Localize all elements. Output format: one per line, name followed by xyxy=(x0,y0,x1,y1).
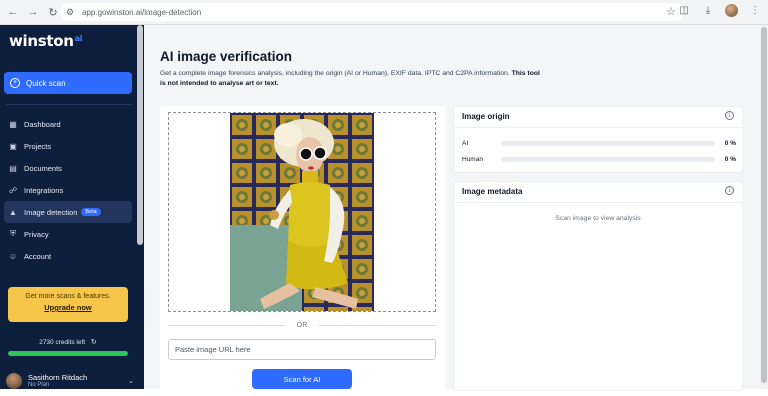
origin-progress-bar xyxy=(502,156,714,162)
sidebar: winstonai + Quick scan ▦ Dashboard ▣ Pro… xyxy=(0,25,144,389)
sidebar-item-label: Image detection xyxy=(24,207,78,217)
sidebar-scrollbar-thumb[interactable] xyxy=(137,25,143,245)
user-plan: No Plan xyxy=(28,382,50,388)
sidebar-item-label: Documents xyxy=(24,163,62,173)
sidebar-item-label: Projects xyxy=(24,141,52,151)
image-url-input[interactable] xyxy=(168,339,436,360)
menu-icon[interactable]: ⋮ xyxy=(748,5,762,16)
quick-scan-button[interactable]: + Quick scan xyxy=(4,72,132,94)
logo[interactable]: winstonai xyxy=(9,32,83,50)
quick-scan-label: Quick scan xyxy=(26,78,66,88)
extensions-icon[interactable]: ◫ xyxy=(677,5,691,16)
plug-icon: ☍ xyxy=(8,185,18,195)
page-title: AI image verification xyxy=(160,49,293,64)
browser-toolbar: ← → ↻ ⚙ app.gowinston.ai/image-detection… xyxy=(0,0,768,25)
user-menu[interactable]: Sasithorn Ritdach No Plan ⌄ xyxy=(6,372,134,389)
folder-grid-icon: ▣ xyxy=(9,141,17,151)
page-scrollbar-thumb[interactable] xyxy=(761,27,767,383)
origin-label: AI xyxy=(462,139,469,147)
page-scrollbar[interactable] xyxy=(760,25,768,389)
sidebar-nav: ▦ Dashboard ▣ Projects ▤ Documents ☍ Int… xyxy=(4,113,132,267)
card-divider xyxy=(454,127,742,128)
credits-progress-bar xyxy=(8,351,128,356)
upgrade-link[interactable]: Upgrade now xyxy=(8,303,128,312)
origin-progress-bar xyxy=(502,140,714,146)
subtitle-text: Get a complete image forensics analysis,… xyxy=(160,70,512,77)
sidebar-item-integrations[interactable]: ☍ Integrations xyxy=(4,179,132,201)
origin-row-human: Human 0 % xyxy=(462,155,736,163)
site-info-icon[interactable]: ⚙ xyxy=(66,7,78,18)
sidebar-item-projects[interactable]: ▣ Projects xyxy=(4,135,132,157)
sidebar-item-privacy[interactable]: ⛨ Privacy xyxy=(4,223,132,245)
avatar xyxy=(6,372,22,389)
sidebar-item-label: Dashboard xyxy=(24,119,61,129)
image-metadata-title: Image metadata xyxy=(462,187,523,196)
bookmark-star-icon[interactable]: ☆ xyxy=(666,5,676,18)
main-content: AI image verification Get a complete ima… xyxy=(144,25,760,396)
image-metadata-card: Image metadata i Scan image to view anal… xyxy=(453,181,743,391)
document-icon: ▤ xyxy=(9,163,17,173)
origin-percent: 0 % xyxy=(724,155,736,163)
separator-line xyxy=(319,324,436,326)
chevron-down-icon: ⌄ xyxy=(128,377,134,385)
uploaded-image-preview xyxy=(230,113,374,311)
upgrade-banner: Get more scans & features. Upgrade now xyxy=(8,287,128,322)
origin-label: Human xyxy=(462,155,483,163)
credits-label: 2730 credits left ↻ xyxy=(8,338,128,346)
sidebar-item-label: Account xyxy=(24,251,52,261)
info-icon[interactable]: i xyxy=(725,111,734,120)
address-bar[interactable]: ⚙ app.gowinston.ai/image-detection ☆ xyxy=(60,3,684,21)
image-origin-title: Image origin xyxy=(462,112,510,121)
upgrade-text: Get more scans & features. xyxy=(25,293,111,300)
sidebar-divider xyxy=(6,104,132,105)
user-icon: ☺ xyxy=(8,251,18,261)
scan-for-ai-button[interactable]: Scan for AI xyxy=(252,369,352,389)
sidebar-item-documents[interactable]: ▤ Documents xyxy=(4,157,132,179)
credits-text: 2730 credits left xyxy=(39,339,86,346)
or-separator: OR xyxy=(168,320,436,330)
sidebar-item-account[interactable]: ☺ Account xyxy=(4,245,132,267)
sidebar-scrollbar[interactable] xyxy=(136,25,144,389)
sidebar-item-label: Privacy xyxy=(24,229,49,239)
sidebar-item-image-detection[interactable]: ▲ Image detection Beta xyxy=(4,201,132,223)
plus-circle-icon: + xyxy=(10,78,20,88)
beta-badge: Beta xyxy=(81,208,101,216)
image-dropzone[interactable] xyxy=(168,112,436,312)
upload-card: OR Scan for AI xyxy=(160,106,445,396)
metadata-empty-state: Scan image to view analysis xyxy=(555,215,641,222)
shield-icon: ⛨ xyxy=(10,229,16,238)
address-url: app.gowinston.ai/image-detection xyxy=(82,7,202,17)
credits-progress-fill xyxy=(8,351,128,356)
page-subtitle: Get a complete image forensics analysis,… xyxy=(160,69,540,89)
forward-icon[interactable]: → xyxy=(24,3,42,21)
image-icon: ▲ xyxy=(9,207,17,217)
separator-line xyxy=(168,324,285,326)
logo-suffix: ai xyxy=(74,34,83,43)
info-icon[interactable]: i xyxy=(725,186,734,195)
card-divider xyxy=(454,202,742,203)
logo-text: winston xyxy=(9,32,74,50)
sidebar-item-label: Integrations xyxy=(24,185,64,195)
grid-icon: ▦ xyxy=(9,119,17,129)
sidebar-item-dashboard[interactable]: ▦ Dashboard xyxy=(4,113,132,135)
image-origin-card: Image origin i AI 0 % Human 0 % xyxy=(453,106,743,173)
user-name: Sasithorn Ritdach xyxy=(28,373,88,382)
profile-icon[interactable] xyxy=(725,4,738,17)
origin-row-ai: AI 0 % xyxy=(462,139,736,147)
origin-percent: 0 % xyxy=(724,139,736,147)
or-label: OR xyxy=(296,321,308,329)
downloads-icon[interactable]: ⤓ xyxy=(701,5,715,16)
back-icon[interactable]: ← xyxy=(4,3,22,21)
refresh-icon[interactable]: ↻ xyxy=(91,339,97,346)
